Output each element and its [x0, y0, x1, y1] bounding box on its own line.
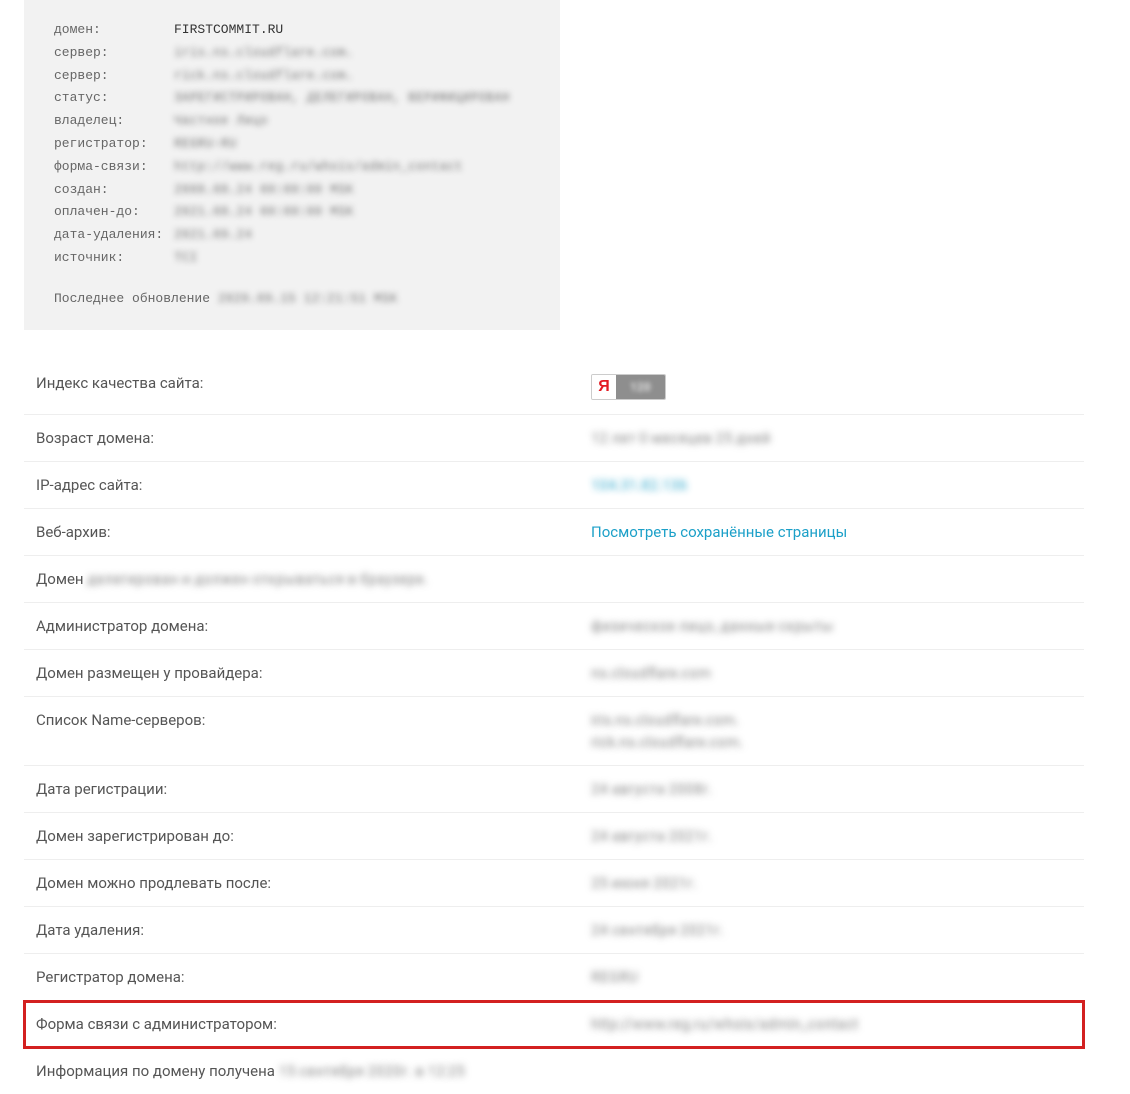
value-renewable-after: 25 июня 2021г.	[591, 874, 1072, 892]
whois-key: дата-удаления:	[54, 225, 174, 246]
label-registered-until: Домен зарегистрирован до:	[36, 827, 591, 845]
whois-key: регистратор:	[54, 134, 174, 155]
whois-row: оплачен-до:2021.08.24 00:00:00 MSK	[54, 202, 530, 223]
info-received-text: Информация по домену получена 15 сентябр…	[36, 1062, 465, 1080]
value-ip-address[interactable]: 104.31.82.136	[591, 476, 1072, 494]
whois-row: владелец:Частное Лицо	[54, 111, 530, 132]
whois-value: iris.ns.cloudflare.com.	[174, 43, 353, 64]
info-prefix: Информация по домену получена	[36, 1062, 279, 1080]
yandex-logo-icon: Я	[592, 375, 616, 399]
row-registered-until: Домен зарегистрирован до: 24 августа 202…	[24, 813, 1084, 860]
label-renewable-after: Домен можно продлевать после:	[36, 874, 591, 892]
whois-key: источник:	[54, 248, 174, 269]
whois-key: сервер:	[54, 43, 174, 64]
link-web-archive[interactable]: Посмотреть сохранённые страницы	[591, 523, 1072, 541]
whois-row: источник:TCI	[54, 248, 530, 269]
row-ip-address: IP-адрес сайта: 104.31.82.136	[24, 462, 1084, 509]
row-admin-contact-form: Форма связи с администратором: http://ww…	[24, 1001, 1084, 1048]
whois-raw-block: домен:FIRSTCOMMIT.RUсервер:iris.ns.cloud…	[24, 0, 560, 330]
row-deletion-date: Дата удаления: 24 сентября 2021г.	[24, 907, 1084, 954]
whois-footer-label: Последнее обновление	[54, 291, 218, 306]
whois-key: оплачен-до:	[54, 202, 174, 223]
whois-row: регистратор:REGRU-RU	[54, 134, 530, 155]
label-name-servers: Список Name-серверов:	[36, 711, 591, 729]
row-web-archive: Веб-архив: Посмотреть сохранённые страни…	[24, 509, 1084, 556]
ns-1: iris.ns.cloudflare.com.	[591, 711, 1072, 729]
label-registration-date: Дата регистрации:	[36, 780, 591, 798]
value-site-quality: Я 120	[591, 374, 1072, 400]
value-registrar: REGRU	[591, 968, 1072, 986]
whois-row: сервер:rick.ns.cloudflare.com.	[54, 66, 530, 87]
label-site-quality: Индекс качества сайта:	[36, 374, 591, 392]
value-hosting-provider: ns.cloudflare.com	[591, 664, 1072, 682]
delegated-prefix: Домен	[36, 570, 87, 588]
whois-row: форма-связи:http://www.reg.ru/whois/admi…	[54, 157, 530, 178]
row-domain-admin: Администратор домена: физическое лицо, д…	[24, 603, 1084, 650]
value-name-servers: iris.ns.cloudflare.com. rick.ns.cloudfla…	[591, 711, 1072, 751]
label-domain-admin: Администратор домена:	[36, 617, 591, 635]
value-registration-date: 24 августа 2008г.	[591, 780, 1072, 798]
row-delegated-status: Домен делегирован и должен открываться в…	[24, 556, 1084, 603]
row-domain-age: Возраст домена: 12 лет 0 месяцев 25 дней	[24, 415, 1084, 462]
whois-key: домен:	[54, 20, 174, 41]
value-admin-contact-form[interactable]: http://www.reg.ru/whois/admin_contact	[591, 1015, 1072, 1033]
whois-key: владелец:	[54, 111, 174, 132]
whois-value: 2008.08.24 00:00:00 MSK	[174, 180, 353, 201]
label-domain-age: Возраст домена:	[36, 429, 591, 447]
row-renewable-after: Домен можно продлевать после: 25 июня 20…	[24, 860, 1084, 907]
whois-key: форма-связи:	[54, 157, 174, 178]
label-admin-contact-form: Форма связи с администратором:	[36, 1015, 591, 1033]
whois-value: http://www.reg.ru/whois/admin_contact	[174, 157, 463, 178]
row-hosting-provider: Домен размещен у провайдера: ns.cloudfla…	[24, 650, 1084, 697]
row-name-servers: Список Name-серверов: iris.ns.cloudflare…	[24, 697, 1084, 766]
whois-footer-value: 2020.09.15 12:21:51 MSK	[218, 291, 397, 306]
delegated-text: Домен делегирован и должен открываться в…	[36, 570, 428, 588]
domain-details: Индекс качества сайта: Я 120 Возраст дом…	[24, 360, 1084, 1094]
whois-footer: Последнее обновление 2020.09.15 12:21:51…	[54, 289, 530, 310]
whois-key: создан:	[54, 180, 174, 201]
row-site-quality: Индекс качества сайта: Я 120	[24, 360, 1084, 415]
label-web-archive: Веб-архив:	[36, 523, 591, 541]
whois-row: дата-удаления:2021.09.24	[54, 225, 530, 246]
whois-row: создан:2008.08.24 00:00:00 MSK	[54, 180, 530, 201]
delegated-value: делегирован и должен открываться в брауз…	[87, 570, 427, 588]
label-ip-address: IP-адрес сайта:	[36, 476, 591, 494]
row-info-received: Информация по домену получена 15 сентябр…	[24, 1048, 1084, 1094]
whois-value: FIRSTCOMMIT.RU	[174, 20, 283, 41]
label-hosting-provider: Домен размещен у провайдера:	[36, 664, 591, 682]
whois-value: 2021.09.24	[174, 225, 252, 246]
whois-value: Частное Лицо	[174, 111, 268, 132]
ns-2: rick.ns.cloudflare.com.	[591, 733, 1072, 751]
row-registration-date: Дата регистрации: 24 августа 2008г.	[24, 766, 1084, 813]
whois-row: домен:FIRSTCOMMIT.RU	[54, 20, 530, 41]
whois-value: 2021.08.24 00:00:00 MSK	[174, 202, 353, 223]
value-deletion-date: 24 сентября 2021г.	[591, 921, 1072, 939]
whois-row: статус:ЗАРЕГИСТРИРОВАН, ДЕЛЕГИРОВАН, ВЕР…	[54, 88, 530, 109]
whois-value: ЗАРЕГИСТРИРОВАН, ДЕЛЕГИРОВАН, ВЕРИФИЦИРО…	[174, 88, 509, 109]
whois-row: сервер:iris.ns.cloudflare.com.	[54, 43, 530, 64]
value-registered-until: 24 августа 2021г.	[591, 827, 1072, 845]
value-domain-age: 12 лет 0 месяцев 25 дней	[591, 429, 1072, 447]
whois-key: статус:	[54, 88, 174, 109]
label-deletion-date: Дата удаления:	[36, 921, 591, 939]
whois-value: rick.ns.cloudflare.com.	[174, 66, 353, 87]
yandex-quality-badge: Я 120	[591, 374, 666, 400]
label-registrar: Регистратор домена:	[36, 968, 591, 986]
whois-value: REGRU-RU	[174, 134, 236, 155]
info-value: 15 сентября 2020г. в 12:25	[279, 1062, 465, 1080]
whois-key: сервер:	[54, 66, 174, 87]
value-domain-admin: физическое лицо, данные скрыты	[591, 617, 1072, 635]
whois-value: TCI	[174, 248, 197, 269]
row-registrar: Регистратор домена: REGRU	[24, 954, 1084, 1001]
yandex-score: 120	[616, 375, 665, 399]
